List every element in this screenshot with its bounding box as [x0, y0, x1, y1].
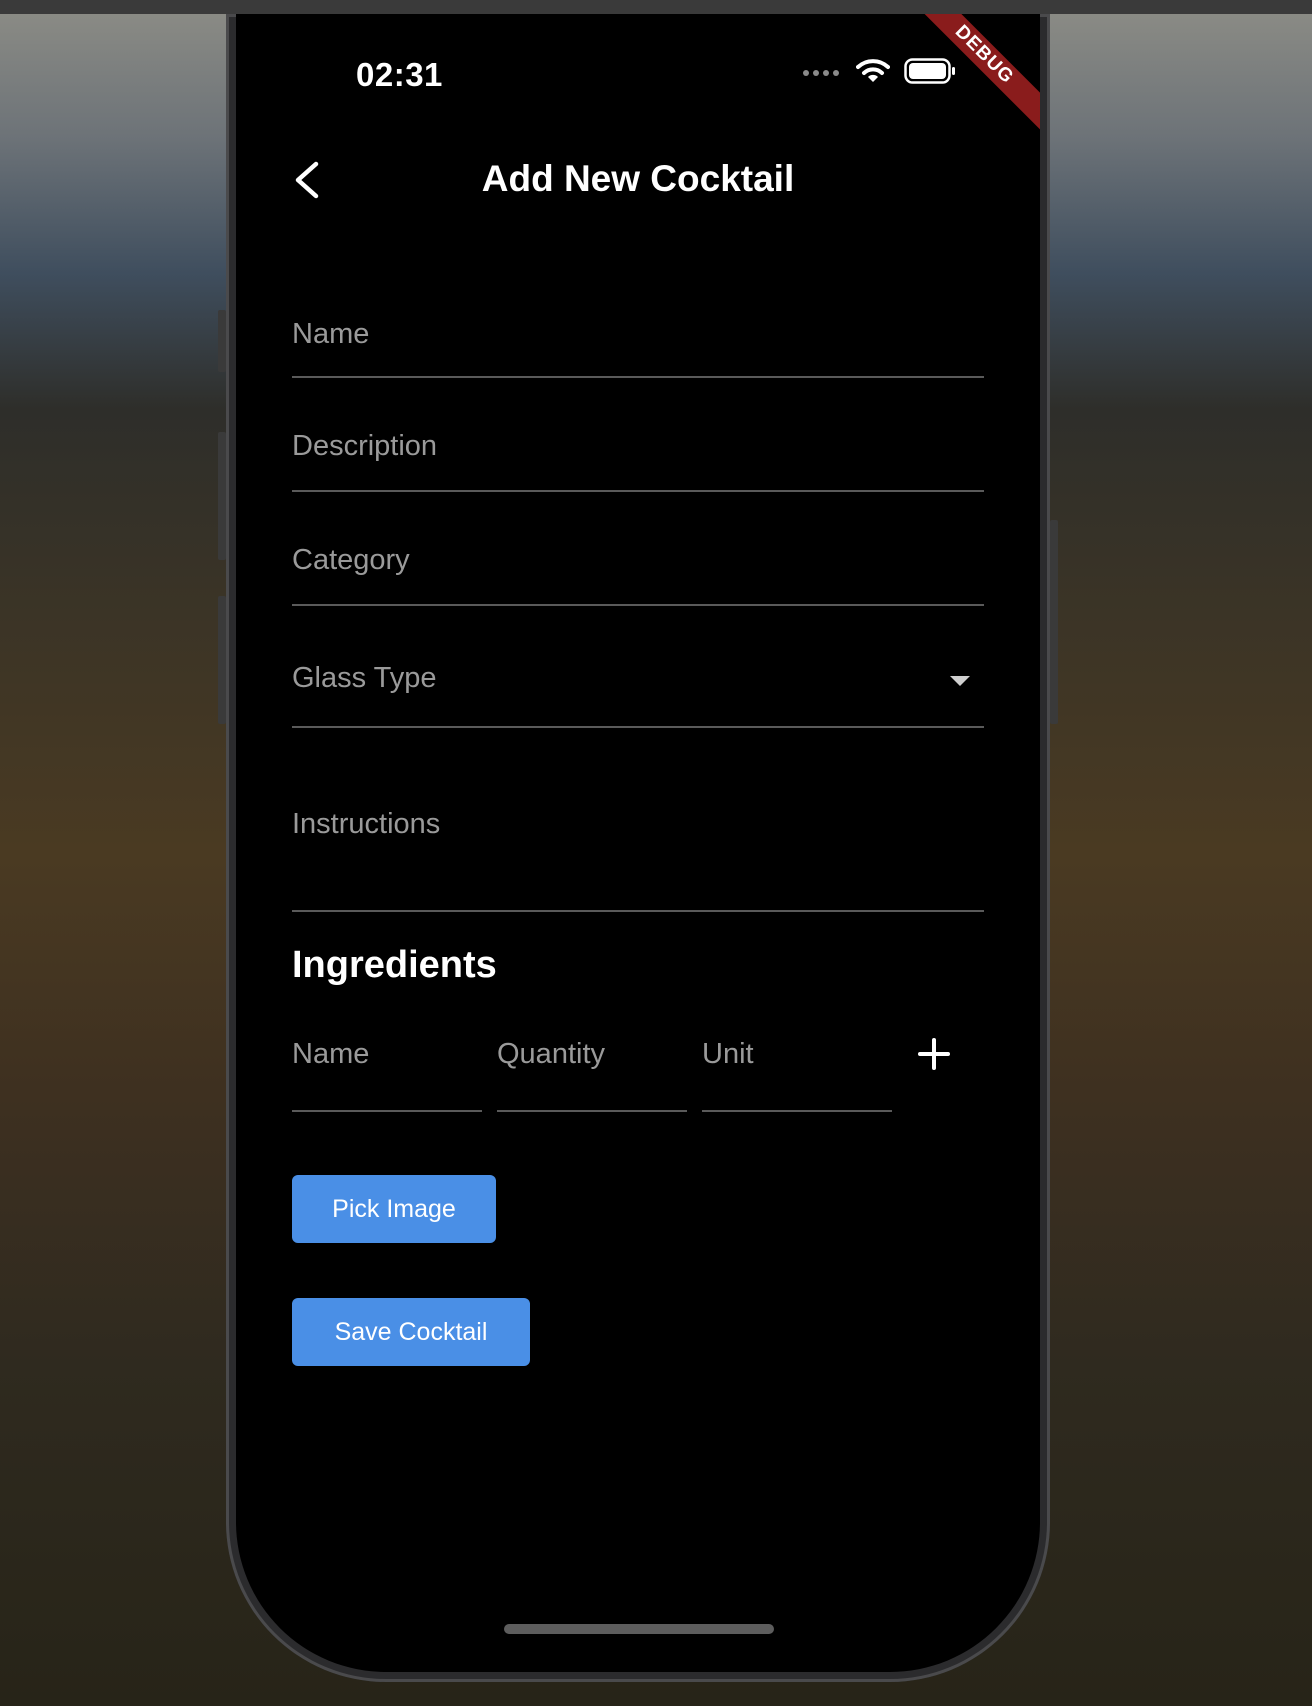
side-button-power — [1050, 520, 1058, 724]
plus-icon — [912, 1038, 956, 1080]
pick-image-button[interactable]: Pick Image — [292, 1175, 496, 1243]
battery-icon — [904, 58, 956, 89]
name-field-label: Name — [292, 318, 370, 350]
category-field[interactable]: Category — [292, 508, 984, 606]
dropdown-caret-icon — [950, 676, 970, 686]
glass-type-label: Glass Type — [292, 662, 437, 694]
page-title: Add New Cocktail — [481, 158, 795, 199]
signal-dots-icon — [802, 65, 842, 83]
ingredient-unit-field[interactable]: Unit — [702, 1024, 892, 1112]
ingredient-name-label: Name — [292, 1038, 370, 1070]
wifi-icon — [856, 58, 890, 89]
save-cocktail-button[interactable]: Save Cocktail — [292, 1298, 530, 1366]
ingredient-quantity-field[interactable]: Quantity — [497, 1024, 687, 1112]
instructions-field[interactable]: Instructions — [292, 754, 984, 912]
category-field-label: Category — [292, 544, 410, 576]
ingredient-quantity-label: Quantity — [497, 1038, 605, 1070]
glass-type-dropdown[interactable]: Glass Type — [292, 624, 984, 728]
side-button-volume-down — [218, 596, 226, 724]
status-time: 02:31 — [356, 56, 443, 93]
description-field-label: Description — [292, 430, 438, 462]
side-button-mute — [218, 310, 226, 372]
ingredient-name-field[interactable]: Name — [292, 1024, 482, 1112]
side-button-volume-up — [218, 432, 226, 560]
app-screen: 02:31 DEBUG Add New Cocktail Name Descri… — [236, 14, 1040, 1672]
home-indicator[interactable] — [504, 1624, 774, 1634]
description-field[interactable]: Description — [292, 394, 984, 492]
status-icons — [802, 58, 956, 89]
app-bar: Add New Cocktail — [236, 144, 1040, 214]
instructions-field-label: Instructions — [292, 808, 441, 840]
ingredients-title: Ingredients — [292, 944, 497, 986]
name-field[interactable]: Name — [292, 284, 984, 378]
add-ingredient-button[interactable] — [912, 1032, 956, 1076]
window-top-strip — [0, 0, 1312, 14]
ingredient-unit-label: Unit — [702, 1038, 754, 1070]
